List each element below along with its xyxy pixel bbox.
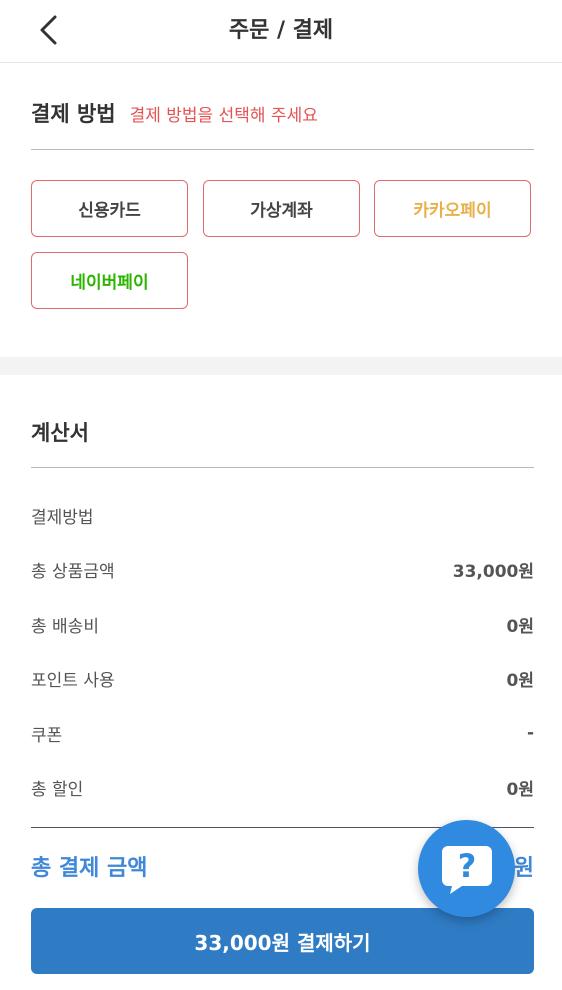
bill-row-product-total: 총 상품금액 33,000원 <box>31 555 534 583</box>
bill-row-value: - <box>526 723 534 743</box>
divider <box>31 467 534 468</box>
credit-card-button[interactable]: 신용카드 <box>31 180 188 237</box>
help-button[interactable]: ? <box>418 820 515 917</box>
help-symbol: ? <box>457 847 476 885</box>
bill-row-label: 총 상품금액 <box>31 561 115 582</box>
virtual-account-button[interactable]: 가상계좌 <box>203 180 360 237</box>
payment-method-header: 결제 방법 결제 방법을 선택해 주세요 <box>31 98 534 130</box>
divider <box>31 149 534 150</box>
section-separator <box>0 357 562 375</box>
bill-title: 계산서 <box>31 421 89 445</box>
naverpay-button[interactable]: 네이버페이 <box>31 252 188 309</box>
payment-method-hint: 결제 방법을 선택해 주세요 <box>129 106 318 126</box>
bill-row-label: 포인트 사용 <box>31 670 115 691</box>
bill-row-label: 총 배송비 <box>31 616 99 637</box>
page-title: 주문 / 결제 <box>228 18 334 43</box>
bill-row-discount: 총 할인 0원 <box>31 773 534 801</box>
kakaopay-button[interactable]: 카카오페이 <box>374 180 531 237</box>
bill-row-value: 33,000원 <box>452 561 534 582</box>
bill-row-value: 0원 <box>506 779 534 800</box>
bill-row-label: 총 할인 <box>31 779 84 800</box>
payment-method-title: 결제 방법 <box>31 102 116 126</box>
top-bar: 주문 / 결제 <box>0 0 562 63</box>
bill-row-value: 0원 <box>506 670 534 691</box>
bill-row-shipping: 총 배송비 0원 <box>31 610 534 638</box>
help-question-icon: ? <box>441 845 492 894</box>
bill-row-coupon: 쿠폰 - <box>31 719 534 747</box>
total-payment-label: 총 결제 금액 <box>31 856 148 881</box>
bill-row-label: 결제방법 <box>31 507 94 528</box>
bill-row-label: 쿠폰 <box>31 725 63 746</box>
bill-row-value: 0원 <box>506 616 534 637</box>
bill-row-payment-method: 결제방법 <box>31 501 534 529</box>
pay-button[interactable]: 33,000원 결제하기 <box>31 908 534 974</box>
bill-row-points: 포인트 사용 0원 <box>31 664 534 692</box>
total-payment-value: 원 <box>513 856 534 881</box>
